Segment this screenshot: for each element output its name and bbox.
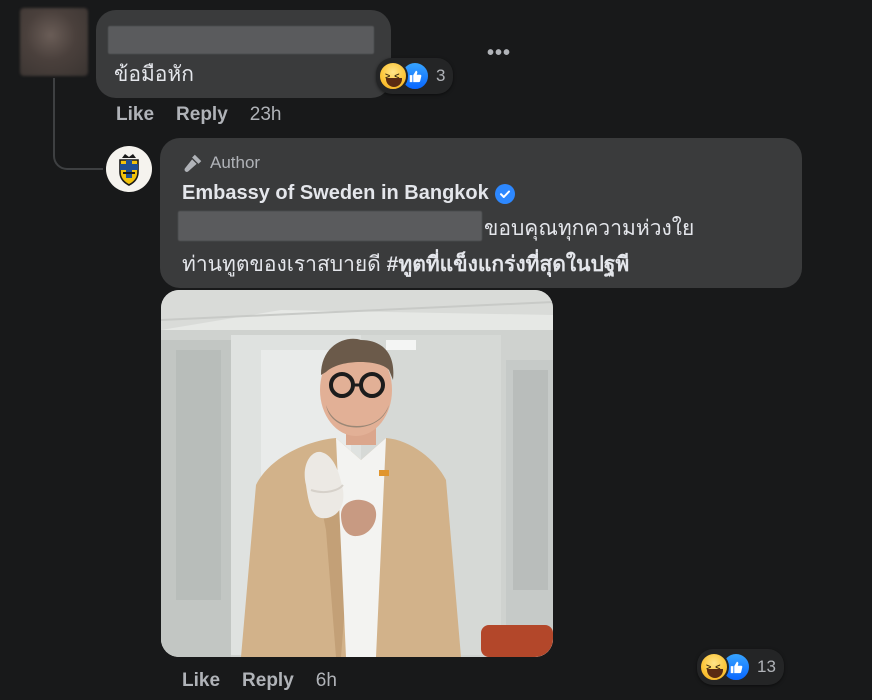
haha-reaction-icon: >< [378, 61, 408, 91]
comment-reactions[interactable]: >< 3 [376, 58, 454, 94]
more-options-icon[interactable]: ••• [487, 42, 511, 65]
reply-text-line-1: ขอบคุณทุกความห่วงใย [484, 217, 695, 240]
hashtag-link[interactable]: #ทูตที่แข็งแกร่งที่สุดในปฐพี [387, 253, 630, 276]
like-button[interactable]: Like [182, 670, 220, 692]
author-name[interactable]: Embassy of Sweden in Bangkok [182, 182, 515, 205]
reply-button[interactable]: Reply [176, 104, 228, 126]
ambassador-photo [161, 290, 553, 657]
reaction-count: 3 [436, 66, 446, 85]
reply-reactions[interactable]: >< 13 [697, 649, 784, 685]
reaction-count: 13 [757, 657, 776, 676]
comment-text: ข้อมือหัก [114, 63, 194, 86]
reply-photo[interactable] [161, 290, 553, 657]
haha-reaction-icon: >< [699, 652, 729, 682]
author-badge: Author [182, 152, 260, 174]
comment-timestamp[interactable]: 23h [250, 104, 282, 126]
reply-actions: Like Reply 6h [182, 670, 337, 692]
reply-timestamp[interactable]: 6h [316, 670, 337, 692]
reply-button[interactable]: Reply [242, 670, 294, 692]
author-name-label[interactable]: Embassy of Sweden in Bangkok [182, 182, 489, 205]
redacted-mention [178, 211, 482, 241]
reply-text-plain: ท่านทูตของเราสบายดี [182, 253, 387, 276]
verified-badge-icon [494, 183, 515, 204]
redacted-commenter-name [108, 26, 374, 54]
swedish-crest-icon [119, 154, 139, 186]
commenter-avatar[interactable] [20, 8, 88, 76]
comment-actions: Like Reply 23h [116, 104, 281, 126]
thread-connector-line [53, 78, 103, 170]
microphone-icon [184, 154, 202, 172]
reply-text-line-2: ท่านทูตของเราสบายดี #ทูตที่แข็งแกร่งที่ส… [182, 248, 629, 281]
author-badge-label: Author [210, 153, 261, 172]
embassy-avatar[interactable] [106, 146, 152, 192]
like-button[interactable]: Like [116, 104, 154, 126]
